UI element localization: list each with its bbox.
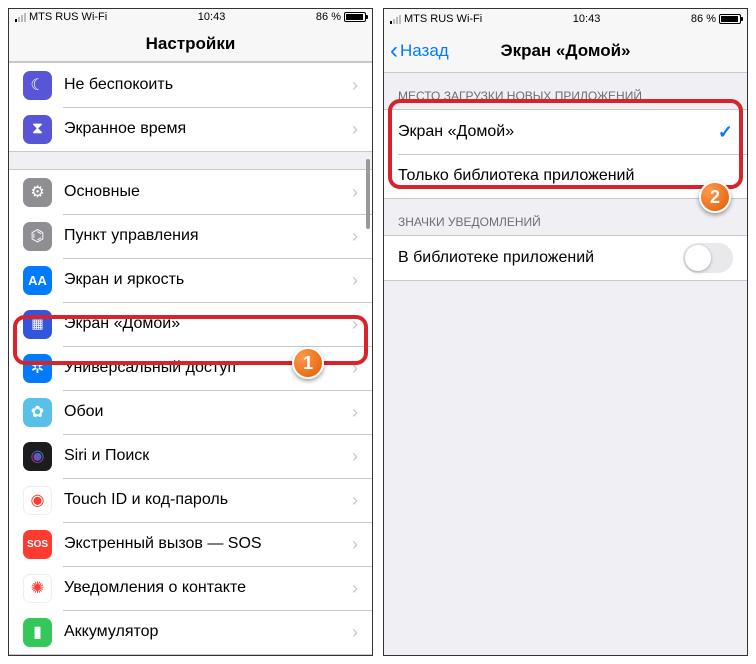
toggle-group: В библиотеке приложений xyxy=(384,235,747,281)
option-label: Экран «Домой» xyxy=(398,123,718,141)
gear-icon: ⚙ xyxy=(23,178,52,207)
status-bar: MTS RUS Wi-Fi 10:43 86 % xyxy=(384,9,747,29)
switches-icon: ⌬ xyxy=(23,222,52,251)
battery-icon xyxy=(344,12,366,22)
scroll-thumb[interactable] xyxy=(366,159,370,229)
section-header-download-location: МЕСТО ЗАГРУЗКИ НОВЫХ ПРИЛОЖЕНИЙ xyxy=(384,73,747,109)
toggle-switch[interactable] xyxy=(683,243,733,273)
chevron-right-icon: › xyxy=(352,578,358,599)
chevron-right-icon: › xyxy=(352,446,358,467)
row-label: Аккумулятор xyxy=(64,623,346,641)
options-group: Экран «Домой» ✓ Только библиотека прилож… xyxy=(384,109,747,199)
chevron-right-icon: › xyxy=(352,314,358,335)
battery-icon: ▮ xyxy=(23,618,52,647)
row-touchid[interactable]: ◉ Touch ID и код-пароль › xyxy=(9,478,372,522)
row-sos[interactable]: SOS Экстренный вызов — SOS › xyxy=(9,522,372,566)
option-label: Только библиотека приложений xyxy=(398,167,733,185)
row-label: Экран и яркость xyxy=(64,271,346,289)
back-button[interactable]: ‹ Назад xyxy=(384,39,449,63)
battery-pct: 86 % xyxy=(316,11,341,23)
nav-bar: ‹ Назад Экран «Домой» xyxy=(384,29,747,73)
row-battery[interactable]: ▮ Аккумулятор › xyxy=(9,610,372,654)
phone-left-settings: MTS RUS Wi-Fi 10:43 86 % Настройки ☾ Не … xyxy=(8,8,373,656)
row-label: Основные xyxy=(64,183,346,201)
chevron-right-icon: › xyxy=(352,182,358,203)
row-label: Экстренный вызов — SOS xyxy=(64,535,346,553)
row-label: Siri и Поиск xyxy=(64,447,346,465)
row-library-badges: В библиотеке приложений xyxy=(384,236,747,280)
clock: 10:43 xyxy=(198,11,226,23)
row-general[interactable]: ⚙ Основные › xyxy=(9,170,372,214)
chevron-right-icon: › xyxy=(352,119,358,140)
option-app-library-only[interactable]: Только библиотека приложений xyxy=(384,154,747,198)
chevron-right-icon: › xyxy=(352,270,358,291)
row-label: Пункт управления xyxy=(64,227,346,245)
text-size-icon: AA xyxy=(23,266,52,295)
row-label: Не беспокоить xyxy=(64,76,346,94)
settings-group-1: ☾ Не беспокоить › ⧗ Экранное время › xyxy=(9,62,372,152)
chevron-right-icon: › xyxy=(352,358,358,379)
chevron-right-icon: › xyxy=(352,226,358,247)
sos-icon: SOS xyxy=(23,530,52,559)
row-exposure-notif[interactable]: ✺ Уведомления о контакте › xyxy=(9,566,372,610)
phone-right-home-screen-settings: MTS RUS Wi-Fi 10:43 86 % ‹ Назад Экран «… xyxy=(383,8,748,656)
settings-group-2: ⚙ Основные › ⌬ Пункт управления › AA Экр… xyxy=(9,169,372,655)
signal-icon xyxy=(15,13,26,22)
signal-icon xyxy=(390,15,401,24)
toggle-label: В библиотеке приложений xyxy=(398,249,683,267)
annotation-badge-1: 1 xyxy=(292,347,324,379)
chevron-right-icon: › xyxy=(352,534,358,555)
row-siri[interactable]: ◉ Siri и Поиск › xyxy=(9,434,372,478)
row-control-center[interactable]: ⌬ Пункт управления › xyxy=(9,214,372,258)
row-label: Touch ID и код-пароль xyxy=(64,491,346,509)
back-label: Назад xyxy=(400,41,449,61)
battery-pct: 86 % xyxy=(691,13,716,25)
grid-icon: ▦ xyxy=(23,310,52,339)
row-label: Обои xyxy=(64,403,346,421)
fingerprint-icon: ◉ xyxy=(23,486,52,515)
status-bar: MTS RUS Wi-Fi 10:43 86 % xyxy=(9,9,372,26)
battery-icon xyxy=(719,14,741,24)
row-label: Экранное время xyxy=(64,120,346,138)
nav-bar: Настройки xyxy=(9,26,372,63)
chevron-right-icon: › xyxy=(352,402,358,423)
carrier-label: MTS RUS Wi-Fi xyxy=(29,11,107,23)
flower-icon: ✿ xyxy=(23,398,52,427)
accessibility-icon: ✲ xyxy=(23,354,52,383)
exposure-icon: ✺ xyxy=(23,574,52,603)
siri-icon: ◉ xyxy=(23,442,52,471)
row-wallpaper[interactable]: ✿ Обои › xyxy=(9,390,372,434)
page-title: Настройки xyxy=(9,34,372,54)
row-home-screen[interactable]: ▦ Экран «Домой» › xyxy=(9,302,372,346)
chevron-right-icon: › xyxy=(352,490,358,511)
checkmark-icon: ✓ xyxy=(718,122,733,143)
hourglass-icon: ⧗ xyxy=(23,115,52,144)
annotation-badge-2: 2 xyxy=(699,181,731,213)
row-label: Уведомления о контакте xyxy=(64,579,346,597)
option-home-screen[interactable]: Экран «Домой» ✓ xyxy=(384,110,747,154)
clock: 10:43 xyxy=(573,13,601,25)
carrier-label: MTS RUS Wi-Fi xyxy=(404,13,482,25)
section-header-badges: ЗНАЧКИ УВЕДОМЛЕНИЙ xyxy=(384,199,747,235)
row-screen-time[interactable]: ⧗ Экранное время › xyxy=(9,107,372,151)
row-label: Экран «Домой» xyxy=(64,315,346,333)
row-display[interactable]: AA Экран и яркость › xyxy=(9,258,372,302)
chevron-left-icon: ‹ xyxy=(390,39,398,63)
chevron-right-icon: › xyxy=(352,75,358,96)
moon-icon: ☾ xyxy=(23,71,52,100)
row-do-not-disturb[interactable]: ☾ Не беспокоить › xyxy=(9,63,372,107)
chevron-right-icon: › xyxy=(352,622,358,643)
